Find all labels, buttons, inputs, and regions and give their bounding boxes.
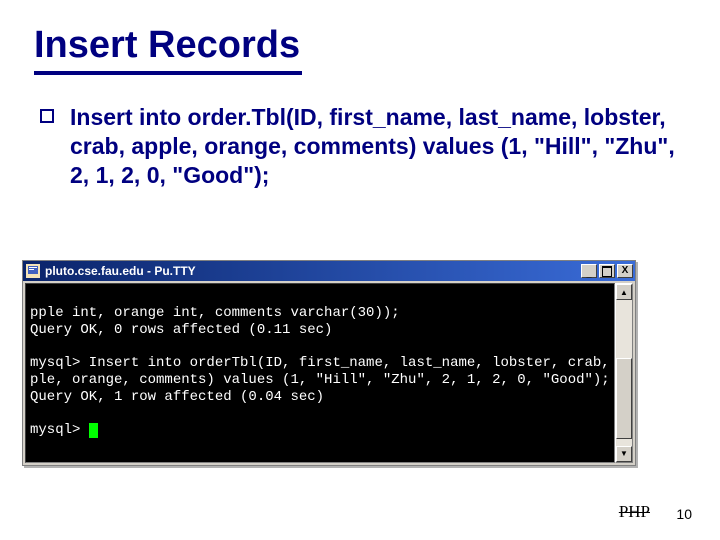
scroll-down-button[interactable]: ▼ [616, 446, 632, 462]
maximize-icon [602, 266, 612, 277]
putty-app-icon [25, 263, 41, 279]
scroll-track[interactable] [616, 300, 632, 446]
terminal-line: pple int, orange int, comments varchar(3… [30, 305, 400, 321]
terminal-wrap: pple int, orange int, comments varchar(3… [23, 281, 635, 465]
terminal[interactable]: pple int, orange int, comments varchar(3… [25, 283, 615, 463]
terminal-line: mysql> Insert into orderTbl(ID, first_na… [30, 355, 615, 371]
bullet-text: Insert into order.Tbl(ID, first_name, la… [70, 104, 675, 188]
titlebar[interactable]: pluto.cse.fau.edu - Pu.TTY _ X [23, 261, 635, 281]
maximize-button[interactable] [599, 264, 615, 278]
window-title: pluto.cse.fau.edu - Pu.TTY [45, 264, 581, 278]
minimize-button[interactable]: _ [581, 264, 597, 278]
title-wrap: Insert Records [34, 24, 686, 103]
footer-label: PHP [619, 502, 650, 522]
terminal-prompt-line: mysql> [30, 422, 98, 438]
vertical-scrollbar[interactable]: ▲ ▼ [615, 283, 633, 463]
window-control-buttons: _ X [581, 264, 633, 278]
putty-window: pluto.cse.fau.edu - Pu.TTY _ X pple int,… [22, 260, 636, 466]
terminal-line: ple, orange, comments) values (1, "Hill"… [30, 372, 610, 388]
bullet-item: Insert into order.Tbl(ID, first_name, la… [40, 103, 680, 189]
bullet-hollow-square-icon [40, 109, 54, 123]
chevron-down-icon: ▼ [620, 449, 628, 458]
terminal-line: Query OK, 0 rows affected (0.11 sec) [30, 322, 332, 338]
slide-title: Insert Records [34, 24, 302, 75]
scroll-thumb[interactable] [616, 358, 632, 438]
slide: Insert Records Insert into order.Tbl(ID,… [0, 0, 720, 540]
close-button[interactable]: X [617, 264, 633, 278]
scroll-up-button[interactable]: ▲ [616, 284, 632, 300]
chevron-up-icon: ▲ [620, 288, 628, 297]
terminal-line: Query OK, 1 row affected (0.04 sec) [30, 389, 324, 405]
page-number: 10 [676, 506, 692, 522]
cursor-icon [89, 423, 98, 438]
